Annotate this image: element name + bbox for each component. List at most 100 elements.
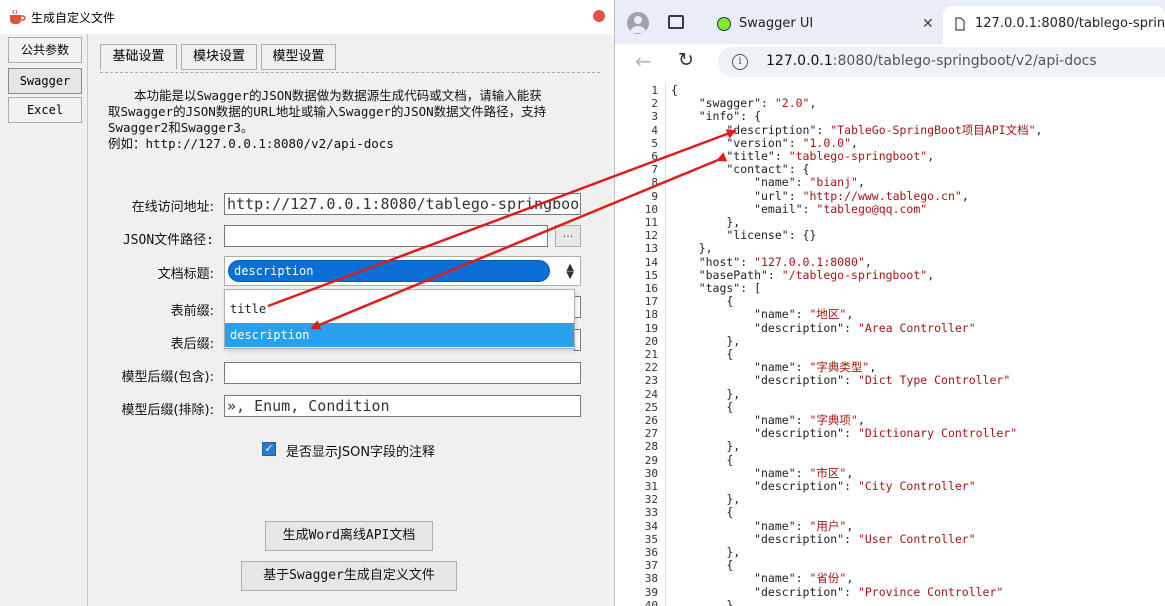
- table-prefix-label: 表前缀:: [104, 300, 214, 319]
- tab-basic-settings[interactable]: 基础设置: [100, 44, 177, 70]
- line-number: 11: [621, 216, 658, 229]
- json-path-label: JSON文件路径:: [104, 229, 214, 248]
- close-tab-icon[interactable]: ✕: [922, 6, 934, 42]
- side-nav: 公共参数 Swagger Excel: [0, 34, 88, 606]
- line-number: 30: [621, 467, 658, 480]
- line-number: 17: [621, 295, 658, 308]
- line-number: 36: [621, 546, 658, 559]
- address-bar[interactable]: i 127.0.0.1:8080/tablego-springboot/v2/a…: [718, 47, 1165, 77]
- line-number: 9: [621, 190, 658, 203]
- description-line: 例如：http://127.0.0.1:8080/v2/api-docs: [108, 136, 588, 152]
- line-number: 14: [621, 256, 658, 269]
- model-suffix-exclude-label: 模型后缀(排除):: [104, 399, 214, 418]
- model-suffix-include-label: 模型后缀(包含):: [104, 366, 214, 385]
- window-title: 生成自定义文件: [31, 9, 115, 26]
- line-number: 23: [621, 374, 658, 387]
- tab-title: Swagger UI: [739, 6, 813, 42]
- description-line: 取Swagger的JSON数据的URL地址或输入Swagger的JSON数据文件…: [108, 104, 588, 120]
- reload-icon[interactable]: ↻: [678, 49, 694, 71]
- code-line: "description": "Province Controller": [671, 586, 1003, 599]
- line-number: 19: [621, 322, 658, 335]
- checkbox-checked-icon[interactable]: ✓: [262, 442, 276, 456]
- table-prefix-input[interactable]: [574, 296, 581, 318]
- line-number: 35: [621, 533, 658, 546]
- doc-title-select[interactable]: description ▲▼: [224, 256, 581, 286]
- line-number: 21: [621, 348, 658, 361]
- line-number: 39: [621, 586, 658, 599]
- url-label: 在线访问地址:: [104, 196, 214, 215]
- site-info-icon[interactable]: i: [732, 54, 748, 70]
- line-number: 5: [621, 137, 658, 150]
- json-path-input[interactable]: [224, 225, 548, 247]
- code-line: "description": "Dict Type Controller": [671, 374, 1010, 387]
- app-titlebar: 生成自定义文件: [0, 0, 614, 34]
- feature-description: 本功能是以Swagger的JSON数据做为数据源生成代码或文档，请输入能获 取S…: [108, 88, 588, 152]
- line-number: 37: [621, 559, 658, 572]
- line-number: 13: [621, 242, 658, 255]
- line-number: 28: [621, 440, 658, 453]
- line-number: 34: [621, 520, 658, 533]
- description-line: Swagger2和Swagger3。: [108, 120, 588, 136]
- gutter-divider: [665, 82, 666, 606]
- checkbox-label: 是否显示JSON字段的注释: [286, 441, 435, 460]
- line-number: 38: [621, 572, 658, 585]
- line-number: 4: [621, 124, 658, 137]
- line-number: 2: [621, 97, 658, 110]
- line-number: 26: [621, 414, 658, 427]
- side-nav-swagger[interactable]: Swagger: [8, 68, 82, 94]
- line-number: 24: [621, 388, 658, 401]
- description-line: 本功能是以Swagger的JSON数据做为数据源生成代码或文档，请输入能获: [108, 88, 588, 104]
- profile-avatar-icon[interactable]: [627, 12, 649, 34]
- browser-tab-swagger-ui[interactable]: Swagger UI ✕: [707, 6, 939, 44]
- code-line: },: [671, 440, 740, 453]
- model-suffix-include-input[interactable]: [224, 362, 581, 384]
- dropdown-option-title[interactable]: title: [225, 297, 574, 321]
- tab-model-settings[interactable]: 模型设置: [261, 44, 336, 70]
- tab-title: 127.0.0.1:8080/tablego-springbo: [975, 6, 1165, 42]
- back-arrow-icon[interactable]: ←: [635, 49, 652, 73]
- line-number: 20: [621, 335, 658, 348]
- swagger-favicon-icon: [717, 17, 731, 31]
- side-nav-common-params[interactable]: 公共参数: [8, 37, 82, 63]
- doc-title-label: 文档标题:: [104, 263, 214, 282]
- line-number: 31: [621, 480, 658, 493]
- tab-search-icon[interactable]: [668, 15, 684, 29]
- browser-tabstrip: Swagger UI ✕ 127.0.0.1:8080/tablego-spri…: [615, 0, 1165, 44]
- dropdown-arrows-icon[interactable]: ▲▼: [566, 264, 574, 280]
- line-number: 33: [621, 506, 658, 519]
- json-viewer: 1{2 "swagger": "2.0",3 "info": {4 "descr…: [621, 82, 1165, 606]
- document-favicon-icon: [953, 17, 967, 31]
- line-number: 6: [621, 150, 658, 163]
- browse-file-button[interactable]: ...: [555, 225, 581, 247]
- line-number: 32: [621, 493, 658, 506]
- browser-toolbar: ← ↻ i 127.0.0.1:8080/tablego-springboot/…: [615, 44, 1165, 78]
- code-line: },: [671, 388, 740, 401]
- close-window-button[interactable]: [593, 10, 605, 22]
- line-number: 22: [621, 361, 658, 374]
- line-number: 7: [621, 163, 658, 176]
- app-window: 生成自定义文件 公共参数 Swagger Excel 基础设置 模块设置 模型设…: [0, 0, 615, 606]
- line-number: 3: [621, 110, 658, 123]
- dropdown-option-description[interactable]: description: [225, 323, 574, 347]
- browser-tab-api-docs[interactable]: 127.0.0.1:8080/tablego-springbo: [943, 6, 1165, 44]
- line-number: 12: [621, 229, 658, 242]
- table-suffix-input[interactable]: [574, 329, 581, 351]
- line-number: 29: [621, 454, 658, 467]
- browser-window: Swagger UI ✕ 127.0.0.1:8080/tablego-spri…: [615, 0, 1165, 606]
- generate-custom-file-button[interactable]: 基于Swagger生成自定义文件: [241, 561, 457, 591]
- tab-module-settings[interactable]: 模块设置: [181, 44, 257, 70]
- line-number: 25: [621, 401, 658, 414]
- table-suffix-label: 表后缀:: [104, 333, 214, 352]
- url-host: 127.0.0.1: [766, 53, 833, 69]
- tab-divider: [100, 72, 600, 73]
- generate-word-doc-button[interactable]: 生成Word离线API文档: [265, 521, 433, 551]
- url-input[interactable]: http://127.0.0.1:8080/tablego-springboot: [224, 193, 581, 215]
- line-number: 40: [621, 599, 658, 606]
- line-number: 1: [621, 84, 658, 97]
- url-text: 127.0.0.1:8080/tablego-springboot/v2/api…: [766, 53, 1097, 69]
- side-nav-excel[interactable]: Excel: [8, 97, 82, 123]
- model-suffix-exclude-input[interactable]: », Enum, Condition: [224, 395, 581, 417]
- line-number: 8: [621, 176, 658, 189]
- url-path: :8080/tablego-springboot/v2/api-docs: [833, 53, 1097, 69]
- doc-title-dropdown-list: title description: [224, 289, 575, 349]
